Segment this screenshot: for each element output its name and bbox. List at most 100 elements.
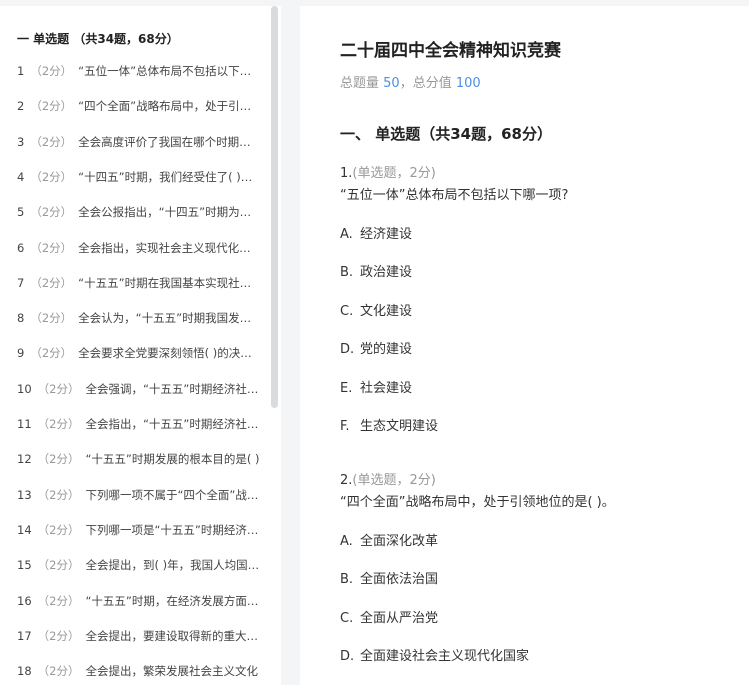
question-points: （2分） bbox=[37, 558, 80, 573]
question-nav-item[interactable]: 6 （2分） 全会指出，实现社会主义现代化是一个阶段性 bbox=[17, 238, 262, 258]
answer-option[interactable]: F. 生态文明建设 bbox=[340, 415, 438, 434]
question-nav-item[interactable]: 15 （2分） 全会提出，到( )年，我国人均国内生产总值 bbox=[17, 555, 262, 575]
option-letter: B. bbox=[340, 572, 354, 588]
scrollbar-thumb[interactable] bbox=[271, 6, 278, 408]
question-points: （2分） bbox=[37, 381, 80, 396]
answer-option[interactable]: D. 党的建设 bbox=[340, 338, 412, 357]
question-preview: 全会提出，到( )年，我国人均国内生产总值 bbox=[85, 558, 262, 573]
question-number: 10 bbox=[17, 381, 32, 396]
question-preview: 全会指出，实现社会主义现代化是一个阶段性 bbox=[78, 240, 262, 255]
option-text: 政治建设 bbox=[360, 265, 413, 281]
question-points: （2分） bbox=[37, 417, 80, 431]
question-nav-item[interactable]: 14 （2分） 下列哪一项是“十五五”时期经济社会发展 bbox=[17, 520, 262, 540]
question-number: 2. bbox=[340, 473, 353, 488]
question-nav-item[interactable]: 13 （2分） 下列哪一项不属于“四个全面”战略布局 bbox=[17, 485, 262, 505]
question-nav-item[interactable]: 18 （2分） 全会提出，繁荣发展社会主义文化 bbox=[17, 661, 262, 681]
answer-option[interactable]: E. 社会建设 bbox=[340, 377, 412, 396]
summary-count-label: 总题量 bbox=[340, 76, 384, 91]
option-letter: D. bbox=[340, 342, 355, 358]
question-preview: 全会要求全党要深刻领悟( )的决定性意义 bbox=[78, 346, 262, 361]
question-nav-item[interactable]: 7 （2分） “十五五”时期在我国基本实现社会主义现代化 bbox=[17, 273, 262, 293]
question-nav-item[interactable]: 5 （2分） 全会公报指出，“十四五”时期为实现第二个 bbox=[17, 202, 262, 222]
question-number: 1 bbox=[17, 64, 25, 78]
question-number: 11 bbox=[17, 417, 32, 431]
question-nav-item[interactable]: 2 （2分） “四个全面”战略布局中，处于引领地位的是 bbox=[17, 96, 262, 116]
option-letter: D. bbox=[340, 649, 355, 665]
page-title: 二十届四中全会精神知识竞赛 bbox=[340, 41, 561, 61]
question-number: 2 bbox=[17, 99, 25, 114]
question-points: （2分） bbox=[30, 346, 73, 361]
question-preview: 下列哪一项是“十五五”时期经济社会发展 bbox=[85, 522, 262, 537]
question-preview: 全会提出，繁荣发展社会主义文化 bbox=[85, 664, 258, 679]
question-number: 16 bbox=[17, 593, 32, 608]
answer-option[interactable]: A. 全面深化改革 bbox=[340, 530, 438, 549]
answer-option[interactable]: C. 文化建设 bbox=[340, 300, 412, 319]
question-number: 1. bbox=[340, 166, 353, 181]
question-number: 17 bbox=[17, 628, 32, 643]
question-nav-item[interactable]: 8 （2分） 全会认为，“十五五”时期我国发展环境面临 bbox=[17, 308, 262, 328]
question-nav-item[interactable]: 9 （2分） 全会要求全党要深刻领悟( )的决定性意义 bbox=[17, 343, 262, 363]
option-text: 社会建设 bbox=[360, 380, 413, 396]
question-nav-item[interactable]: 1 （2分） “五位一体”总体布局不包括以下哪一项? bbox=[17, 61, 262, 81]
question-nav-item[interactable]: 12 （2分） “十五五”时期发展的根本目的是( ) bbox=[17, 449, 262, 469]
question-points: （2分） bbox=[37, 628, 80, 643]
question-number: 15 bbox=[17, 558, 32, 573]
question-points: （2分） bbox=[37, 487, 80, 502]
option-text: 全面依法治国 bbox=[360, 572, 439, 588]
question-nav-item[interactable]: 11 （2分） 全会指出，“十五五”时期经济社会发展 bbox=[17, 414, 262, 434]
question-preview: 全会指出，“十五五”时期经济社会发展 bbox=[85, 417, 262, 431]
option-text: 全面建设社会主义现代化国家 bbox=[360, 649, 530, 665]
question-preview: 全会提出，要建设取得新的重大成就 bbox=[85, 628, 262, 643]
answer-option[interactable]: A. 经济建设 bbox=[340, 223, 412, 242]
total-score: 100 bbox=[455, 76, 481, 91]
question-points: （2分） bbox=[30, 275, 73, 290]
summary-total-label: ，总分值 bbox=[399, 76, 456, 91]
question-number: 13 bbox=[17, 487, 32, 502]
option-text: 生态文明建设 bbox=[360, 419, 439, 434]
question-points: （2分） bbox=[37, 593, 80, 608]
question-number: 7 bbox=[17, 275, 25, 290]
answer-option[interactable]: B. 全面依法治国 bbox=[340, 568, 438, 587]
question-count: 50 bbox=[383, 76, 400, 91]
question-number: 3 bbox=[17, 134, 25, 149]
question-text: “五位一体”总体布局不包括以下哪一项? bbox=[340, 188, 569, 203]
question-points: （2分） bbox=[30, 64, 73, 78]
question-nav-panel: 一 单选题 （共34题，68分） 1 （2分） “五位一体”总体布局不包括以下哪一项… bbox=[0, 6, 281, 685]
question-nav-item[interactable]: 17 （2分） 全会提出，要建设取得新的重大成就 bbox=[17, 626, 262, 646]
exam-summary: 总题量 50，总分值 100 bbox=[340, 72, 481, 91]
question-preview: 全会认为，“十五五”时期我国发展环境面临 bbox=[78, 311, 262, 326]
option-letter: A. bbox=[340, 227, 353, 242]
question-nav-item[interactable]: 10 （2分） 全会强调，“十五五”时期经济社会发展 bbox=[17, 379, 262, 399]
question-number: 14 bbox=[17, 522, 32, 537]
question-preview: “五位一体”总体布局不包括以下哪一项? bbox=[78, 64, 262, 78]
question-points: （2分） bbox=[30, 169, 73, 184]
question-text: “四个全面”战略布局中，处于引领地位的是( )。 bbox=[340, 495, 615, 510]
question-points: （2分） bbox=[30, 134, 73, 149]
answer-option[interactable]: C. 全面从严治党 bbox=[340, 607, 438, 626]
question-preview: 全会公报指出，“十四五”时期为实现第二个 bbox=[78, 205, 262, 220]
answer-option[interactable]: D. 全面建设社会主义现代化国家 bbox=[340, 645, 529, 664]
question-points: （2分） bbox=[37, 522, 80, 537]
option-letter: C. bbox=[340, 610, 354, 626]
question-preview: “四个全面”战略布局中，处于引领地位的是 bbox=[78, 99, 262, 114]
option-letter: C. bbox=[340, 303, 354, 319]
question-preview: 全会高度评价了我国在哪个时期取得的成就 bbox=[78, 134, 262, 149]
question-points: （2分） bbox=[37, 664, 80, 679]
question-points: （2分） bbox=[30, 205, 73, 220]
question-number: 12 bbox=[17, 452, 32, 467]
option-text: 党的建设 bbox=[360, 342, 413, 358]
answer-option[interactable]: B. 政治建设 bbox=[340, 261, 412, 280]
question-number: 18 bbox=[17, 664, 32, 679]
question-type: (单选题，2分) bbox=[352, 166, 436, 181]
question-type: (单选题，2分) bbox=[352, 473, 436, 488]
question-number: 8 bbox=[17, 311, 25, 326]
question-number: 5 bbox=[17, 205, 25, 220]
question-nav-item[interactable]: 4 （2分） “十四五”时期，我们经受住了( )的考验 bbox=[17, 167, 262, 187]
question-preview: 下列哪一项不属于“四个全面”战略布局 bbox=[85, 487, 262, 502]
question-nav-item[interactable]: 3 （2分） 全会高度评价了我国在哪个时期取得的成就 bbox=[17, 132, 262, 152]
question-number: 4 bbox=[17, 169, 25, 184]
question-points: （2分） bbox=[37, 452, 80, 467]
question-nav-item[interactable]: 16 （2分） “十五五”时期，在经济发展方面，全会 bbox=[17, 591, 262, 611]
question-preview: “十五五”时期发展的根本目的是( ) bbox=[85, 452, 260, 467]
question-points: （2分） bbox=[30, 99, 73, 114]
